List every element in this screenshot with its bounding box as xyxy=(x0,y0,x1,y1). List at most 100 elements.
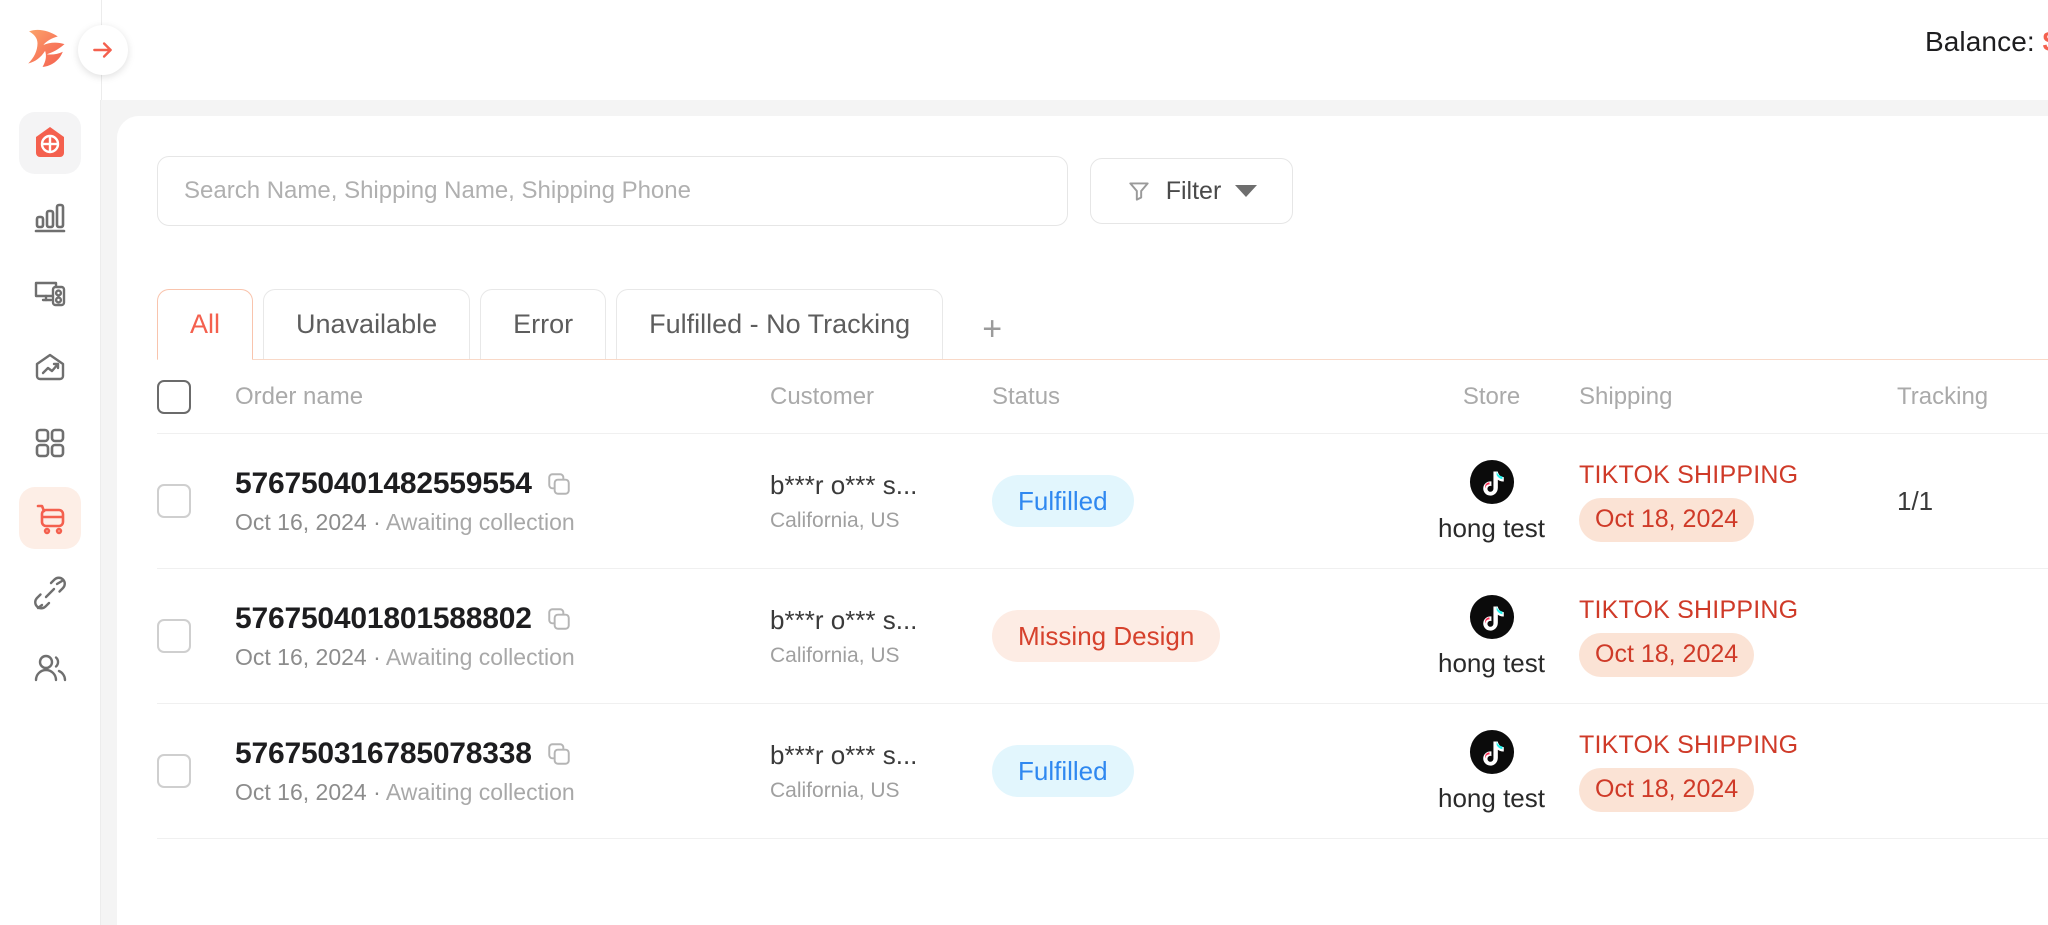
table-row[interactable]: 576750401801588802 Oct 16, 2024 · Awaiti… xyxy=(157,569,2048,704)
header-store[interactable]: Store xyxy=(1404,383,1579,411)
order-state: Awaiting collection xyxy=(385,778,575,805)
sidebar-item-orders[interactable] xyxy=(19,487,81,549)
store-name: hong test xyxy=(1438,647,1545,678)
sidebar-item-trends[interactable] xyxy=(19,337,81,399)
select-all-cell xyxy=(157,379,235,414)
sidebar-item-apps[interactable] xyxy=(19,412,81,474)
order-state: Awaiting collection xyxy=(385,508,575,535)
plus-icon: + xyxy=(982,309,1003,348)
tab-all[interactable]: All xyxy=(157,289,254,360)
header-shipping[interactable]: Shipping xyxy=(1579,383,1897,411)
order-id-text: 576750401801588802 xyxy=(235,601,532,635)
bar-chart-icon xyxy=(34,203,66,233)
header-status[interactable]: Status xyxy=(992,383,1404,411)
shipping-cell: TIKTOK SHIPPING Oct 18, 2024 xyxy=(1579,596,1897,677)
order-cell: 576750401801588802 Oct 16, 2024 · Awaiti… xyxy=(235,602,770,671)
tab-unavailable[interactable]: Unavailable xyxy=(263,289,471,359)
order-date: Oct 16, 2024 xyxy=(235,643,367,670)
expand-sidebar-button[interactable] xyxy=(78,25,128,75)
search-input[interactable] xyxy=(157,156,1068,226)
order-id-text: 576750316785078338 xyxy=(235,736,532,770)
order-state: Awaiting collection xyxy=(385,643,575,670)
row-checkbox[interactable] xyxy=(157,484,191,518)
tiktok-icon xyxy=(1469,729,1514,774)
header-customer[interactable]: Customer xyxy=(770,383,992,411)
customer-name: b***r o*** s... xyxy=(770,604,918,635)
order-cell: 576750316785078338 Oct 16, 2024 · Awaiti… xyxy=(235,737,770,806)
customer-location: California, US xyxy=(770,643,900,667)
orders-panel: Filter All Unavailable Error Fulfilled -… xyxy=(117,116,2048,925)
order-name: 576750401801588802 xyxy=(235,602,770,636)
tab-fulfilled-no-tracking[interactable]: Fulfilled - No Tracking xyxy=(616,289,944,359)
chevron-down-icon xyxy=(1235,185,1258,197)
add-tab-button[interactable]: + xyxy=(961,299,1023,359)
grid-apps-icon xyxy=(35,428,65,458)
table-header-row: Order name Customer Status Store Shippin… xyxy=(157,360,2048,434)
balance-amount: $9 xyxy=(2043,26,2048,57)
status-cell: Fulfilled xyxy=(992,745,1404,797)
phoenix-logo-icon xyxy=(27,29,64,67)
table-row[interactable]: 576750316785078338 Oct 16, 2024 · Awaiti… xyxy=(157,704,2048,839)
top-bar: Balance: $9 xyxy=(0,0,2048,100)
store-cell: hong test xyxy=(1404,459,1579,544)
orders-table: Order name Customer Status Store Shippin… xyxy=(157,360,2048,839)
sidebar-item-billing[interactable] xyxy=(19,262,81,324)
arrow-right-icon xyxy=(93,42,112,58)
order-subtitle: Oct 16, 2024 · Awaiting collection xyxy=(235,508,575,535)
tab-label: Error xyxy=(513,309,574,339)
order-subtitle: Oct 16, 2024 · Awaiting collection xyxy=(235,643,575,670)
select-all-checkbox[interactable] xyxy=(157,379,191,414)
orders-page: Balance: $9 xyxy=(0,0,2048,925)
filter-label: Filter xyxy=(1165,176,1222,205)
status-badge: Missing Design xyxy=(992,610,1221,662)
header-order-name[interactable]: Order name xyxy=(235,383,770,411)
filter-funnel-icon xyxy=(1129,182,1149,201)
customer-name: b***r o*** s... xyxy=(770,739,918,770)
filter-button[interactable]: Filter xyxy=(1090,158,1293,224)
shipping-date: Oct 18, 2024 xyxy=(1579,497,1755,542)
order-id-text: 576750401482559554 xyxy=(235,466,532,500)
shipping-cell: TIKTOK SHIPPING Oct 18, 2024 xyxy=(1579,461,1897,542)
store-cell: hong test xyxy=(1404,729,1579,814)
tracking-value: 1/1 xyxy=(1897,485,1934,516)
sidebar-item-home[interactable] xyxy=(19,112,81,174)
customer-cell: b***r o*** s... California, US xyxy=(770,605,992,668)
row-select-cell xyxy=(157,484,235,518)
tiktok-icon xyxy=(1469,459,1514,504)
shipping-carrier: TIKTOK SHIPPING xyxy=(1579,730,1799,759)
customer-location: California, US xyxy=(770,508,900,532)
cart-icon xyxy=(36,504,65,535)
sidebar-item-customers[interactable] xyxy=(19,637,81,699)
main-content: Filter All Unavailable Error Fulfilled -… xyxy=(101,100,2048,925)
toolbar: Filter xyxy=(157,156,2048,226)
status-cell: Missing Design xyxy=(992,610,1404,662)
row-checkbox[interactable] xyxy=(157,619,191,653)
link-chain-icon xyxy=(34,576,66,610)
tab-error[interactable]: Error xyxy=(480,289,607,359)
status-badge: Fulfilled xyxy=(992,745,1134,797)
copy-icon[interactable] xyxy=(546,471,572,497)
tab-label: Fulfilled - No Tracking xyxy=(649,309,911,339)
monitor-billing-icon xyxy=(34,281,66,307)
status-cell: Fulfilled xyxy=(992,475,1404,527)
copy-icon[interactable] xyxy=(546,606,572,632)
order-name: 576750401482559554 xyxy=(235,467,770,501)
customer-cell: b***r o*** s... California, US xyxy=(770,740,992,803)
order-cell: 576750401482559554 Oct 16, 2024 · Awaiti… xyxy=(235,467,770,536)
copy-icon[interactable] xyxy=(546,741,572,767)
shipping-carrier: TIKTOK SHIPPING xyxy=(1579,595,1799,624)
shipping-date: Oct 18, 2024 xyxy=(1579,632,1755,677)
shipping-carrier: TIKTOK SHIPPING xyxy=(1579,460,1799,489)
order-name: 576750316785078338 xyxy=(235,737,770,771)
customer-name: b***r o*** s... xyxy=(770,469,918,500)
sidebar-item-integrations[interactable] xyxy=(19,562,81,624)
header-tracking[interactable]: Tracking xyxy=(1897,383,2047,411)
sidebar-nav xyxy=(0,100,101,925)
sidebar-item-analytics[interactable] xyxy=(19,187,81,249)
tab-label: Unavailable xyxy=(296,309,438,339)
status-tabs: All Unavailable Error Fulfilled - No Tra… xyxy=(157,288,2048,360)
table-row[interactable]: 576750401482559554 Oct 16, 2024 · Awaiti… xyxy=(157,434,2048,569)
tab-label: All xyxy=(190,309,221,339)
row-checkbox[interactable] xyxy=(157,754,191,788)
people-icon xyxy=(34,654,67,682)
